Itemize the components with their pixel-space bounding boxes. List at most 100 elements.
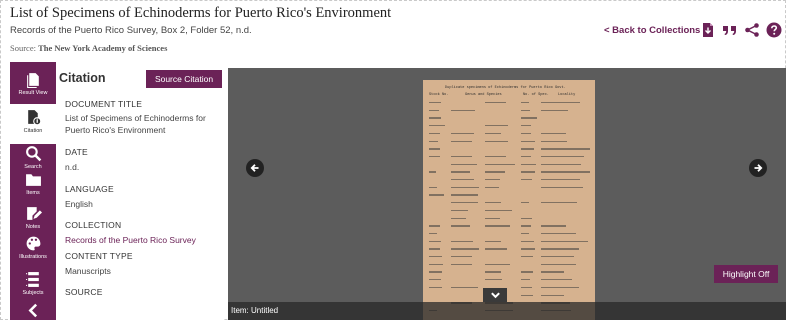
handwriting-stroke — [485, 186, 499, 189]
sidebar-item-label: Illustrations — [19, 254, 47, 260]
handwriting-stroke — [429, 155, 441, 158]
handwriting-stroke — [429, 240, 441, 242]
handwriting-stroke — [429, 271, 442, 273]
document-title-label: DOCUMENT TITLE — [65, 99, 143, 109]
sidebar-item-label: Subjects — [22, 290, 44, 296]
date-value: n.d. — [65, 162, 80, 172]
handwriting-stroke — [429, 125, 445, 127]
handwriting-stroke — [521, 202, 529, 204]
handwriting-stroke — [485, 271, 502, 273]
handwriting-stroke — [429, 248, 441, 250]
handwriting-stroke — [541, 140, 568, 142]
handwriting-stroke — [451, 179, 475, 181]
handwriting-stroke — [541, 294, 565, 296]
handwriting-stroke — [521, 132, 532, 135]
handwriting-stroke — [485, 240, 501, 242]
handwriting-stroke — [541, 171, 590, 173]
handwriting-stroke — [541, 248, 579, 250]
handwriting-stroke — [541, 286, 580, 289]
collection-label: COLLECTION — [65, 220, 122, 230]
pdf-icon[interactable] — [700, 21, 716, 39]
palette-icon — [26, 236, 40, 251]
sidebar-item-result-view[interactable]: Result View — [10, 66, 56, 106]
handwriting-stroke — [521, 102, 529, 104]
handwriting-stroke — [521, 286, 532, 289]
handwriting-stroke — [521, 248, 536, 250]
handwriting-stroke — [521, 125, 531, 127]
handwriting-stroke — [451, 286, 479, 289]
handwriting-stroke — [429, 263, 444, 266]
doc-column-stock: Stock No. — [429, 93, 449, 97]
source-value: The New York Academy of Sciences — [38, 43, 168, 53]
handwriting-stroke — [485, 209, 512, 212]
document-image: Duplicate specimens of Echinoderms for P… — [423, 80, 595, 320]
highlight-off-button[interactable]: Highlight Off — [714, 265, 778, 283]
handwriting-stroke — [541, 109, 568, 112]
handwriting-stroke — [541, 232, 576, 235]
handwriting-stroke — [451, 240, 474, 242]
handwriting-stroke — [541, 132, 566, 135]
handwriting-stroke — [429, 171, 437, 173]
handwriting-stroke — [521, 179, 533, 181]
sidebar-item-illustrations[interactable]: Illustrations — [10, 230, 56, 270]
doc-column-genus: Genus and Species — [465, 93, 502, 97]
doc-column-spec: No. of Spec. — [523, 93, 549, 97]
handwriting-stroke — [541, 163, 582, 165]
handwriting-stroke — [429, 194, 444, 196]
arrow-left-icon — [250, 164, 259, 172]
sidebar-collapse-button[interactable] — [10, 300, 56, 320]
handwriting-stroke — [485, 179, 500, 181]
handwriting-stroke — [485, 132, 501, 135]
handwriting-stroke — [541, 256, 575, 258]
collection-link[interactable]: Records of the Puerto Rico Survey — [65, 234, 215, 246]
page-title: List of Specimens of Echinoderms for Pue… — [10, 5, 392, 21]
document-title-value: List of Specimens of Echinoderms for Pue… — [65, 113, 206, 135]
chevron-down-icon — [490, 291, 500, 298]
handwriting-stroke — [541, 148, 590, 150]
handwriting-stroke — [451, 132, 474, 135]
handwriting-stroke — [521, 217, 532, 219]
expand-caption-button[interactable] — [483, 288, 507, 302]
language-value: English — [65, 199, 93, 209]
handwriting-stroke — [485, 279, 502, 281]
back-to-collections-link[interactable]: < Back to Collections — [604, 25, 700, 36]
handwriting-stroke — [429, 286, 442, 289]
handwriting-stroke — [451, 225, 471, 227]
content-type-label: CONTENT TYPE — [65, 251, 133, 261]
quote-icon[interactable] — [722, 21, 738, 39]
citation-icon — [27, 110, 41, 126]
doc-column-locality: Locality — [558, 93, 576, 97]
handwriting-stroke — [451, 163, 478, 165]
sidebar-item-citation[interactable]: Citation — [10, 104, 56, 144]
handwriting-stroke — [429, 102, 442, 104]
sidebar-item-label: Citation — [23, 128, 43, 134]
source-label: SOURCE — [65, 287, 103, 297]
citation-heading: Citation — [59, 71, 106, 85]
handwriting-stroke — [521, 279, 531, 281]
handwriting-stroke — [541, 263, 577, 266]
handwriting-stroke — [429, 256, 442, 258]
handwriting-stroke — [541, 179, 580, 181]
handwriting-stroke — [451, 217, 466, 219]
source-citation-button[interactable]: Source Citation — [146, 70, 222, 88]
handwriting-stroke — [541, 225, 566, 227]
share-icon[interactable] — [744, 21, 760, 39]
handwriting-stroke — [521, 232, 529, 235]
help-icon[interactable] — [766, 21, 782, 39]
caption-bar: Item: Untitled — [228, 302, 786, 320]
handwriting-stroke — [485, 263, 511, 266]
handwriting-stroke — [451, 248, 480, 250]
handwriting-stroke — [541, 102, 580, 104]
previous-page-button[interactable] — [246, 159, 264, 177]
date-label: DATE — [65, 147, 88, 157]
sidebar-item-label: Result View — [18, 90, 48, 96]
next-page-button[interactable] — [749, 159, 767, 177]
handwriting-stroke — [485, 248, 507, 250]
handwriting-stroke — [429, 279, 441, 281]
handwriting-stroke — [521, 240, 534, 242]
handwriting-stroke — [521, 225, 531, 227]
document-viewer[interactable]: Duplicate specimens of Echinoderms for P… — [228, 68, 786, 320]
handwriting-stroke — [485, 217, 501, 219]
handwriting-stroke — [541, 202, 577, 204]
handwriting-stroke — [485, 202, 501, 204]
